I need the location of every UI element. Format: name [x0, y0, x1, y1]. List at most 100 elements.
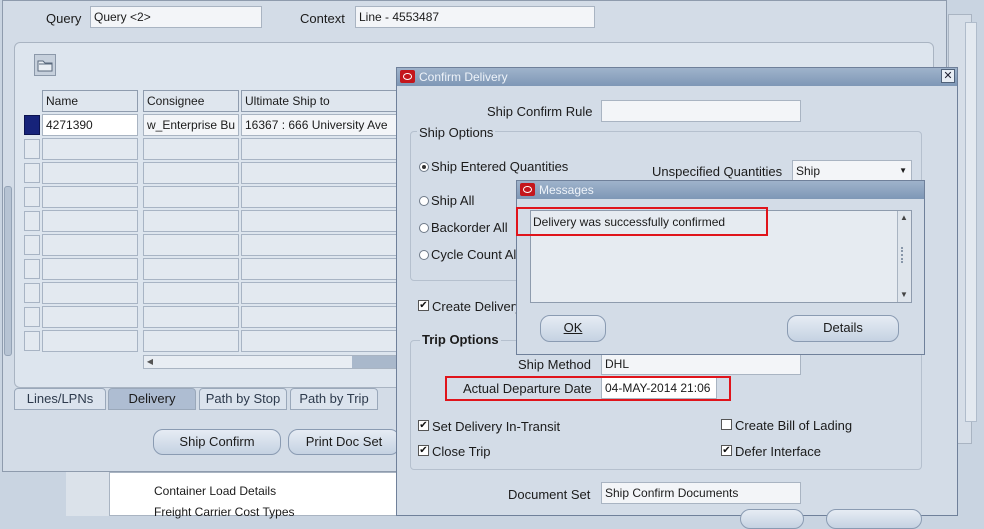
close-trip-checkbox[interactable]: ✔: [418, 445, 429, 456]
defer-interface-label: Defer Interface: [735, 444, 821, 459]
selected-row-marker[interactable]: [24, 115, 40, 135]
table-cell[interactable]: [42, 162, 138, 184]
table-cell[interactable]: [143, 210, 239, 232]
radio-ship-all[interactable]: [419, 196, 429, 206]
oracle-logo-icon: [400, 70, 415, 83]
table-cell[interactable]: [143, 186, 239, 208]
table-cell-consignee[interactable]: w_Enterprise Bu: [143, 114, 239, 136]
set-delivery-in-transit-checkbox[interactable]: ✔: [418, 420, 429, 431]
column-header-name[interactable]: Name: [42, 90, 138, 112]
create-delivery-label: Create Delivery: [432, 299, 522, 314]
table-cell[interactable]: [241, 210, 401, 232]
context-label: Context: [300, 11, 345, 26]
left-scroll-handle[interactable]: [4, 186, 12, 356]
scroll-grip-icon[interactable]: [901, 247, 907, 263]
row-marker[interactable]: [24, 139, 40, 159]
column-header-name-label: Name: [46, 94, 79, 108]
ship-confirm-button-label: Ship Confirm: [179, 434, 255, 449]
table-cell[interactable]: [241, 330, 401, 352]
table-cell[interactable]: [241, 306, 401, 328]
close-trip-label: Close Trip: [432, 444, 491, 459]
row-marker[interactable]: [24, 211, 40, 231]
table-cell[interactable]: [143, 234, 239, 256]
print-doc-set-button-label: Print Doc Set: [305, 434, 383, 449]
dialog-ok-button-partial[interactable]: [740, 509, 804, 529]
close-icon[interactable]: ✕: [941, 69, 955, 83]
radio-backorder-all[interactable]: [419, 223, 429, 233]
table-cell[interactable]: [241, 234, 401, 256]
row-marker[interactable]: [24, 235, 40, 255]
table-cell[interactable]: [42, 234, 138, 256]
background-menu-gutter: [66, 472, 110, 516]
radio-ship-entered-quantities-label: Ship Entered Quantities: [431, 159, 569, 174]
table-cell[interactable]: [241, 258, 401, 280]
scroll-left-icon[interactable]: ◀: [144, 356, 156, 368]
menu-item-container-load-details[interactable]: Container Load Details: [154, 484, 276, 498]
table-cell[interactable]: [42, 282, 138, 304]
print-doc-set-button[interactable]: Print Doc Set: [288, 429, 400, 455]
confirm-delivery-titlebar: Confirm Delivery: [397, 68, 957, 86]
column-header-consignee[interactable]: Consignee: [143, 90, 239, 112]
departure-highlight-box: [445, 376, 731, 401]
table-cell[interactable]: [143, 138, 239, 160]
ship-confirm-button[interactable]: Ship Confirm: [153, 429, 281, 455]
messages-titlebar: Messages: [517, 181, 924, 199]
table-cell[interactable]: [241, 138, 401, 160]
table-cell[interactable]: [143, 258, 239, 280]
row-marker[interactable]: [24, 259, 40, 279]
table-cell-name[interactable]: 4271390: [42, 114, 138, 136]
defer-interface-checkbox[interactable]: ✔: [721, 445, 732, 456]
table-cell[interactable]: [241, 186, 401, 208]
messages-ok-label: OK: [563, 320, 583, 335]
tab-lines-lpns[interactable]: Lines/LPNs: [14, 388, 106, 410]
table-cell[interactable]: [241, 162, 401, 184]
table-cell[interactable]: [42, 306, 138, 328]
table-cell[interactable]: [42, 258, 138, 280]
table-cell[interactable]: [143, 306, 239, 328]
ship-method-field[interactable]: DHL: [601, 353, 801, 375]
folder-icon[interactable]: [34, 54, 56, 76]
document-set-field[interactable]: Ship Confirm Documents: [601, 482, 801, 504]
row-marker[interactable]: [24, 187, 40, 207]
row-marker[interactable]: [24, 283, 40, 303]
radio-ship-entered-quantities[interactable]: [419, 162, 429, 172]
scroll-up-icon[interactable]: ▲: [898, 212, 910, 224]
tab-path-by-stop[interactable]: Path by Stop: [199, 388, 287, 410]
ship-confirm-rule-field[interactable]: [601, 100, 801, 122]
messages-title: Messages: [539, 183, 594, 197]
table-cell[interactable]: [241, 282, 401, 304]
row-marker[interactable]: [24, 163, 40, 183]
dialog-cancel-button-partial[interactable]: [826, 509, 922, 529]
messages-ok-button[interactable]: OK: [540, 315, 606, 342]
tab-path-by-trip[interactable]: Path by Trip: [290, 388, 378, 410]
query-field[interactable]: Query <2>: [90, 6, 262, 28]
create-delivery-checkbox[interactable]: ✔: [418, 300, 429, 311]
create-bill-of-lading-checkbox[interactable]: [721, 419, 732, 430]
confirm-delivery-title: Confirm Delivery: [419, 70, 508, 84]
radio-cycle-count-all[interactable]: [419, 250, 429, 260]
menu-item-freight-carrier-cost-types[interactable]: Freight Carrier Cost Types: [154, 505, 295, 519]
row-marker[interactable]: [24, 307, 40, 327]
table-cell[interactable]: [42, 186, 138, 208]
table-cell[interactable]: [143, 282, 239, 304]
table-cell-ultimate-ship-to[interactable]: 16367 : 666 University Ave: [241, 114, 401, 136]
trip-options-label: Trip Options: [420, 332, 501, 347]
messages-details-button[interactable]: Details: [787, 315, 899, 342]
context-field[interactable]: Line - 4553487: [355, 6, 595, 28]
column-header-ultimate-ship-to[interactable]: Ultimate Ship to: [241, 90, 401, 112]
table-cell[interactable]: [143, 162, 239, 184]
table-cell[interactable]: [143, 330, 239, 352]
background-pane-right-inner: [965, 22, 977, 422]
table-cell[interactable]: [42, 330, 138, 352]
table-cell[interactable]: [42, 210, 138, 232]
horizontal-scroll-thumb[interactable]: [352, 356, 400, 368]
tab-delivery[interactable]: Delivery: [108, 388, 196, 410]
ship-options-label: Ship Options: [417, 125, 496, 140]
scroll-down-icon[interactable]: ▼: [898, 289, 910, 301]
unspecified-quantities-value: Ship: [796, 164, 821, 178]
table-cell[interactable]: [42, 138, 138, 160]
unspecified-quantities-label: Unspecified Quantities: [652, 164, 783, 179]
unspecified-quantities-select[interactable]: Ship ▼: [792, 160, 912, 182]
radio-backorder-all-label: Backorder All: [431, 220, 508, 235]
row-marker[interactable]: [24, 331, 40, 351]
